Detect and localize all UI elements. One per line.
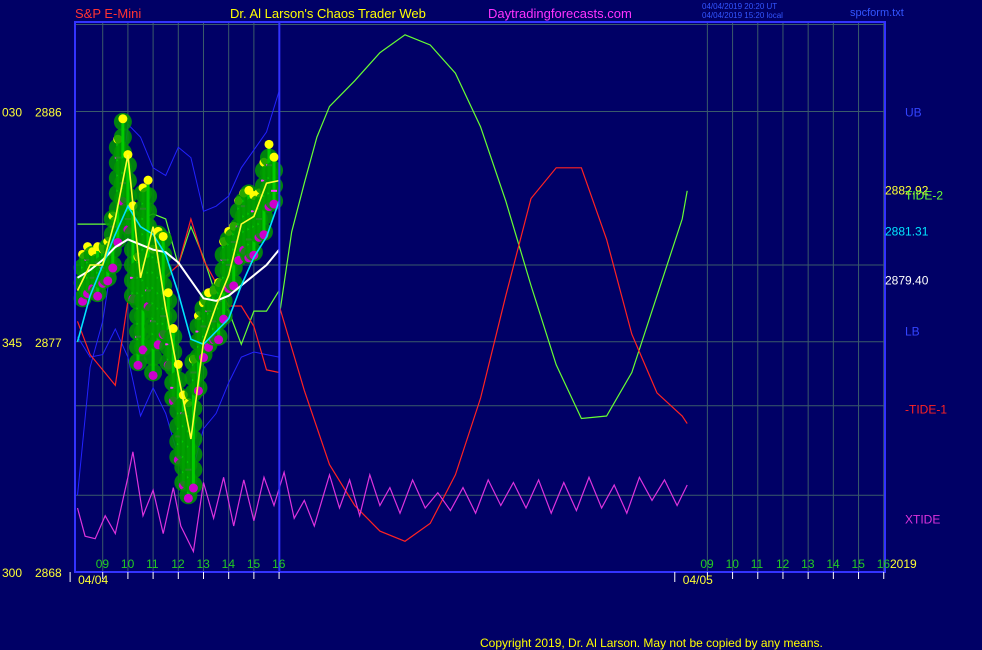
price-bar-low xyxy=(214,335,224,345)
timestamp-local: 04/04/2019 15:20 local xyxy=(702,11,783,20)
price-bar-low xyxy=(148,370,158,380)
x-tick-label: 12 xyxy=(171,557,185,571)
price-bar-low xyxy=(183,493,193,503)
date-label: 04/04 xyxy=(78,573,108,587)
price-bar-high xyxy=(163,288,173,298)
value-label: 2881.31 xyxy=(885,225,929,239)
series-label: -TIDE-1 xyxy=(905,402,947,416)
date-label: 04/05 xyxy=(683,573,713,587)
copyright: Copyright 2019, Dr. Al Larson. May not b… xyxy=(480,636,823,650)
price-bar-low xyxy=(133,360,143,370)
price-bar-low xyxy=(93,291,103,301)
series-label: XTIDE xyxy=(905,512,940,526)
timestamp-utc: 04/04/2019 20:20 UT xyxy=(702,2,777,11)
x-tick-label: 16 xyxy=(272,557,286,571)
site-title: Dr. Al Larson's Chaos Trader Web xyxy=(230,6,426,21)
year-label: 2019 xyxy=(890,557,917,571)
x-tick-label: 13 xyxy=(801,557,815,571)
price-bar-high xyxy=(269,152,279,162)
x-tick-label: 09 xyxy=(96,557,110,571)
price-bar-low xyxy=(108,263,118,273)
x-tick-label: 10 xyxy=(726,557,740,571)
series-label: UB xyxy=(905,106,922,120)
x-tick-label: 13 xyxy=(196,557,210,571)
instrument-title: S&P E-Mini xyxy=(75,6,141,21)
x-tick-label: 15 xyxy=(852,557,866,571)
y-axis-right-label: 2877 xyxy=(35,336,62,350)
price-bar-low xyxy=(219,314,229,324)
chart: 030 2886 345 2877 300 2868 09 10 11 12 13 14 15 16 09 1… xyxy=(0,0,982,650)
x-tick-label: 15 xyxy=(247,557,261,571)
y-axis-right-label: 2886 xyxy=(35,106,62,120)
x-tick-label: 16 xyxy=(877,557,891,571)
series-label: LB xyxy=(905,324,920,338)
file-name: spcform.txt xyxy=(850,7,904,19)
price-bar-high xyxy=(118,114,128,124)
y-axis-left-label: 030 xyxy=(2,106,22,120)
x-tick-label: 12 xyxy=(776,557,790,571)
x-tick-label: 10 xyxy=(121,557,135,571)
x-tick-label: 14 xyxy=(826,557,840,571)
x-tick-label: 09 xyxy=(700,557,714,571)
site-url[interactable]: Daytradingforecasts.com xyxy=(488,6,632,21)
price-bar-low xyxy=(103,276,113,286)
price-bar-high xyxy=(264,139,274,149)
price-bar-high xyxy=(158,231,168,241)
price-bar-low xyxy=(188,483,198,493)
value-label: 2879.40 xyxy=(885,273,929,287)
y-axis-left-label: 345 xyxy=(2,336,22,350)
x-tick-label: 11 xyxy=(751,557,764,571)
x-tick-label: 14 xyxy=(222,557,236,571)
price-bar-high xyxy=(143,175,153,185)
x-tick-label: 11 xyxy=(146,557,159,571)
price-bar-low xyxy=(193,386,203,396)
series-label: TIDE-2 xyxy=(905,189,943,203)
y-axis-right-label: 2868 xyxy=(35,566,62,580)
y-axis-left-label: 300 xyxy=(2,566,22,580)
